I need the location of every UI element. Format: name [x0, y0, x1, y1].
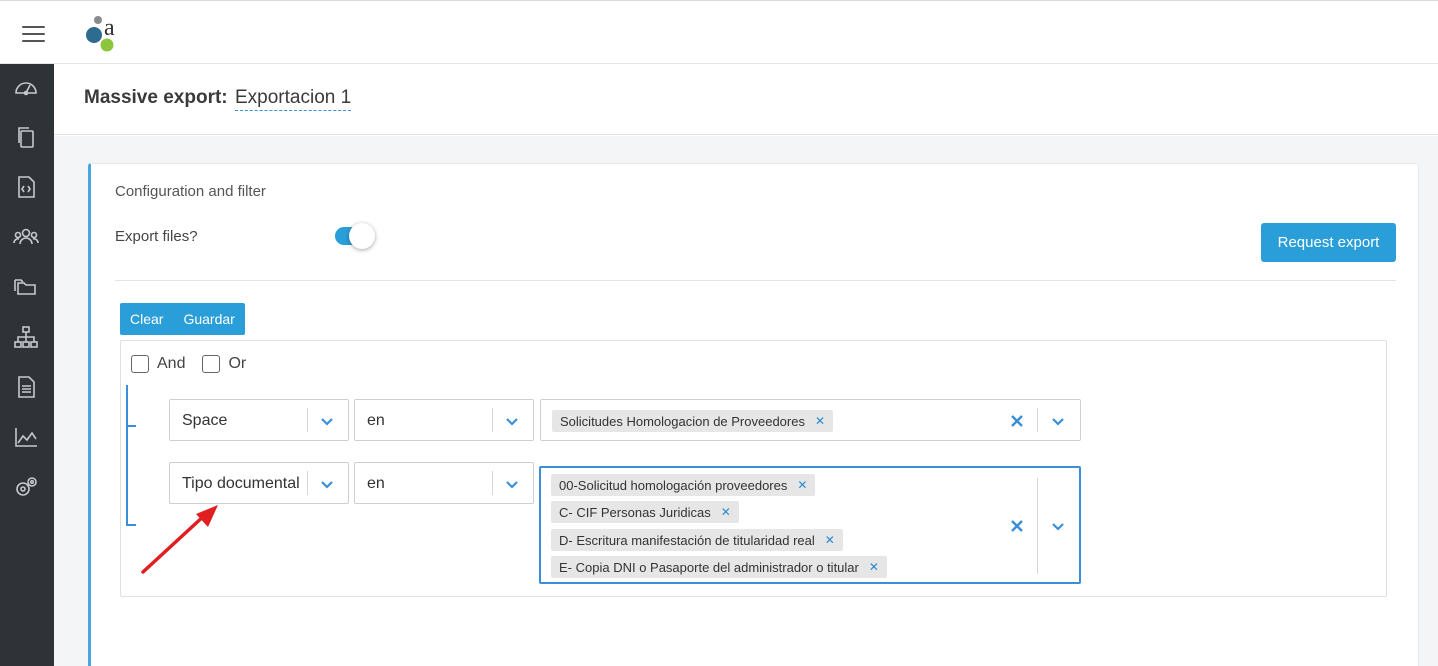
value-tag: Solicitudes Homologacion de Proveedores … — [552, 410, 834, 432]
sidebar — [0, 64, 54, 666]
chevron-down-icon — [504, 413, 520, 429]
value-tag: D- Escritura manifestación de titularida… — [551, 529, 843, 551]
hamburger-menu-icon[interactable] — [22, 26, 45, 42]
toggle-knob — [349, 223, 375, 249]
clear-all-icon[interactable] — [1010, 519, 1024, 533]
top-bar: a — [0, 0, 1438, 64]
remove-tag-icon[interactable]: ✕ — [721, 505, 731, 519]
code-file-icon[interactable] — [12, 173, 40, 201]
divider — [115, 280, 1396, 281]
value-tag: C- CIF Personas Juridicas ✕ — [551, 501, 739, 523]
save-button[interactable]: Guardar — [173, 303, 244, 335]
rule-1-value-multiselect[interactable]: Solicitudes Homologacion de Proveedores … — [540, 399, 1081, 441]
rule-2-operator-select[interactable]: en — [354, 462, 534, 504]
and-checkbox[interactable] — [131, 355, 149, 373]
hierarchy-icon[interactable] — [12, 323, 40, 351]
tag-label: Solicitudes Homologacion de Proveedores — [560, 413, 805, 429]
settings-gears-icon[interactable] — [12, 473, 40, 501]
remove-tag-icon[interactable]: ✕ — [815, 414, 825, 428]
page-title: Massive export: — [84, 87, 228, 108]
chevron-down-icon — [504, 476, 520, 492]
chevron-down-icon[interactable] — [1050, 518, 1066, 534]
export-files-label: Export files? — [115, 228, 198, 245]
export-name-editable[interactable]: Exportacion 1 — [235, 87, 352, 111]
clear-all-icon[interactable] — [1010, 414, 1024, 428]
chevron-down-icon[interactable] — [1050, 413, 1066, 429]
rule-1-field-value: Space — [182, 412, 228, 429]
documents-copy-icon[interactable] — [12, 123, 40, 151]
remove-tag-icon[interactable]: ✕ — [825, 533, 835, 547]
chevron-down-icon — [319, 476, 335, 492]
rule-2-field-value: Tipo documental — [182, 475, 300, 492]
rule-1-field-select[interactable]: Space — [169, 399, 349, 441]
request-export-button[interactable]: Request export — [1261, 223, 1396, 262]
tag-label: D- Escritura manifestación de titularida… — [559, 532, 815, 548]
query-actions: Clear Guardar — [120, 303, 245, 335]
clear-button[interactable]: Clear — [120, 303, 173, 335]
app-logo[interactable]: a — [84, 15, 124, 53]
export-files-toggle[interactable] — [335, 223, 375, 249]
logic-selector: And Or — [131, 355, 263, 373]
and-label: And — [157, 355, 186, 372]
value-tag: E- Copia DNI o Pasaporte del administrad… — [551, 556, 887, 578]
remove-tag-icon[interactable]: ✕ — [797, 478, 807, 492]
or-checkbox[interactable] — [202, 355, 221, 373]
tag-label: C- CIF Personas Juridicas — [559, 504, 711, 520]
page-header: Massive export: Exportacion 1 — [54, 65, 1438, 135]
or-label: Or — [228, 355, 247, 372]
dashboard-icon[interactable] — [12, 74, 40, 102]
rule-2-field-select[interactable]: Tipo documental — [169, 462, 349, 504]
remove-tag-icon[interactable]: ✕ — [869, 560, 879, 574]
document-icon[interactable] — [12, 373, 40, 401]
folders-icon[interactable] — [12, 273, 40, 301]
rule-2-operator-value: en — [367, 475, 385, 492]
rule-2-value-multiselect[interactable]: 00-Solicitud homologación proveedores ✕ … — [539, 466, 1081, 584]
query-builder: And Or Space en Solicitudes Homologacion… — [120, 340, 1387, 597]
group-bracket — [126, 385, 136, 526]
users-icon[interactable] — [12, 223, 40, 251]
configuration-card: Configuration and filter Export files? R… — [88, 163, 1419, 666]
chevron-down-icon — [319, 413, 335, 429]
svg-text:a: a — [104, 15, 115, 41]
tag-label: E- Copia DNI o Pasaporte del administrad… — [559, 559, 859, 575]
value-tag: 00-Solicitud homologación proveedores ✕ — [551, 474, 816, 496]
rule-1-operator-value: en — [367, 412, 385, 429]
annotation-arrow — [141, 505, 218, 574]
rule-1-operator-select[interactable]: en — [354, 399, 534, 441]
tag-label: 00-Solicitud homologación proveedores — [559, 477, 788, 493]
area-chart-icon[interactable] — [12, 423, 40, 451]
section-title: Configuration and filter — [115, 183, 266, 200]
